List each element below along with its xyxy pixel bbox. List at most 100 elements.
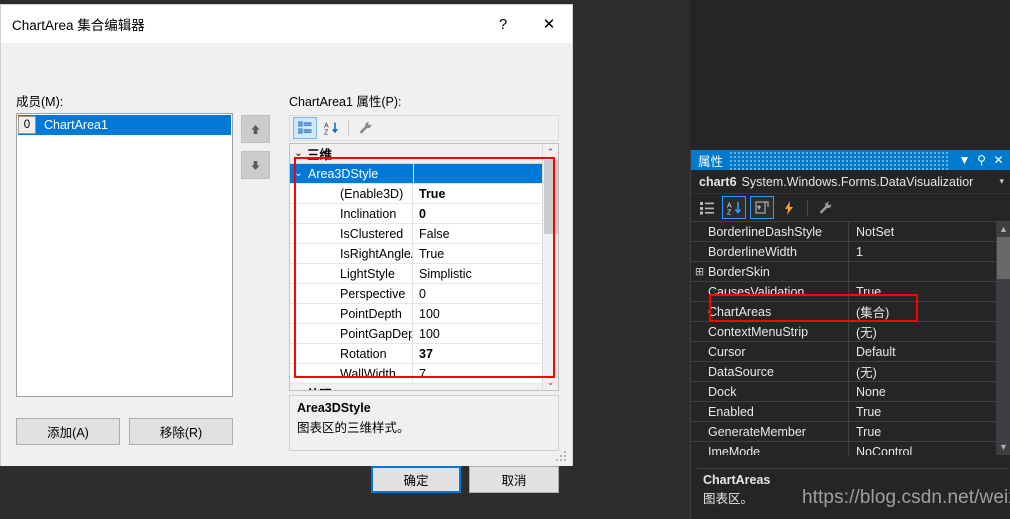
property-row-wallwidth[interactable]: WallWidth 7 (290, 364, 558, 384)
property-row[interactable]: Dock None (691, 382, 1010, 402)
scroll-up-icon[interactable]: ⌃ (543, 144, 559, 160)
chevron-down-icon[interactable]: ⌄ (290, 148, 307, 159)
scrollbar-thumb[interactable] (543, 160, 558, 234)
dialog-propertygrid-scrollbar[interactable]: ⌃ ⌄ (542, 144, 558, 390)
close-icon[interactable]: ✕ (990, 153, 1007, 167)
property-value[interactable]: 0 (413, 287, 426, 301)
chartarea-collection-editor-dialog: ChartArea 集合编辑器 ? ✕ 成员(M): ChartArea1 属性… (0, 4, 573, 493)
property-row[interactable]: GenerateMember True (691, 422, 1010, 442)
scroll-down-icon[interactable]: ⌄ (543, 374, 559, 390)
property-row[interactable]: BorderlineWidth 1 (691, 242, 1010, 262)
window-menu-button[interactable]: ▼ (956, 153, 973, 167)
property-value[interactable]: Default (849, 345, 896, 359)
property-row-rotation[interactable]: Rotation 37 (290, 344, 558, 364)
scroll-up-icon[interactable]: ▲ (996, 222, 1010, 237)
property-value[interactable]: None (849, 385, 886, 399)
property-name: ChartAreas (708, 304, 772, 319)
alphabetical-sort-icon[interactable]: AZ (320, 118, 342, 138)
property-row[interactable]: DataSource (无) (691, 362, 1010, 382)
property-row-pointdepth[interactable]: PointDepth 100 (290, 304, 558, 324)
property-value[interactable]: 37 (413, 347, 433, 361)
property-row-lightstyle[interactable]: LightStyle Simplistic (290, 264, 558, 284)
alphabetical-sort-icon[interactable]: AZ (722, 196, 746, 219)
property-value[interactable]: 100 (413, 327, 440, 341)
property-row-enable3d[interactable]: (Enable3D) True (290, 184, 558, 204)
property-name: PointGapDep (340, 326, 412, 341)
properties-grid[interactable]: BorderlineDashStyle NotSet BorderlineWid… (691, 222, 1010, 455)
help-button[interactable]: ? (480, 9, 526, 39)
property-value[interactable]: 100 (413, 307, 440, 321)
property-value[interactable]: 7 (413, 367, 426, 381)
scroll-down-icon[interactable]: ▼ (996, 440, 1010, 455)
list-item[interactable]: 0 ChartArea1 (18, 115, 231, 135)
property-value[interactable]: True (849, 405, 881, 419)
property-value[interactable]: 1 (849, 245, 863, 259)
titlebar-drag-dots[interactable] (729, 150, 950, 170)
property-name: ImeMode (708, 444, 761, 456)
category-label: 三维 (307, 148, 333, 162)
dialog-description-pane: Area3DStyle 图表区的三维样式。 (289, 395, 559, 451)
property-row-isrightangleaxes[interactable]: IsRightAngleA True (290, 244, 558, 264)
property-value[interactable]: True (413, 187, 445, 201)
scrollbar-thumb[interactable] (997, 237, 1010, 279)
chevron-down-icon[interactable]: ⌄ (290, 388, 307, 390)
property-value[interactable]: Simplistic (413, 267, 472, 281)
property-row[interactable]: ImeMode NoControl (691, 442, 1010, 455)
expand-plus-icon[interactable]: ⊞ (691, 266, 708, 278)
cancel-button[interactable]: 取消 (469, 466, 559, 493)
property-row-perspective[interactable]: Perspective 0 (290, 284, 558, 304)
property-row-pointgapdepth[interactable]: PointGapDep 100 (290, 324, 558, 344)
property-row-area3dstyle[interactable]: ⌄ Area3DStyle (290, 164, 558, 184)
property-value[interactable]: NoControl (849, 445, 912, 456)
resize-grip[interactable] (556, 451, 568, 463)
property-category-appearance[interactable]: ⌄ 外观 (290, 384, 558, 390)
property-value[interactable]: True (849, 425, 881, 439)
property-value[interactable]: True (849, 285, 881, 299)
property-pages-icon[interactable] (750, 196, 774, 219)
property-row[interactable]: ⊞ BorderSkin (691, 262, 1010, 282)
property-row[interactable]: Enabled True (691, 402, 1010, 422)
categorized-view-icon[interactable] (696, 197, 718, 218)
chevron-down-icon[interactable]: ⌄ (290, 168, 307, 179)
property-name: ContextMenuStrip (708, 324, 809, 339)
wrench-properties-icon[interactable] (815, 197, 837, 218)
add-button[interactable]: 添加(A) (16, 418, 120, 445)
property-value[interactable]: 0 (413, 207, 426, 221)
property-value[interactable]: True (413, 247, 444, 261)
add-button-label: 添加(A) (47, 426, 89, 440)
description-title: ChartAreas (703, 473, 771, 487)
members-listbox[interactable]: 0 ChartArea1 (16, 113, 233, 397)
property-value[interactable]: (无) (849, 362, 877, 381)
category-label: 外观 (307, 384, 332, 390)
property-row[interactable]: BorderlineDashStyle NotSet (691, 222, 1010, 242)
move-up-button[interactable] (241, 115, 270, 143)
wrench-properties-icon[interactable] (355, 118, 377, 138)
properties-grid-scrollbar[interactable]: ▲ ▼ (996, 222, 1010, 455)
pin-icon[interactable]: ⚲ (973, 153, 990, 167)
property-value[interactable]: NotSet (849, 225, 894, 239)
property-row-inclination[interactable]: Inclination 0 (290, 204, 558, 224)
property-value[interactable]: (无) (849, 322, 877, 341)
property-row[interactable]: Cursor Default (691, 342, 1010, 362)
toolbar-divider (807, 199, 808, 216)
property-name: BorderlineWidth (708, 244, 797, 259)
property-row[interactable]: CausesValidation True (691, 282, 1010, 302)
property-row-chartareas[interactable]: ChartAreas (集合) (691, 302, 1010, 322)
property-row[interactable]: ContextMenuStrip (无) (691, 322, 1010, 342)
dialog-property-grid[interactable]: ⌄ 三维 ⌄ Area3DStyle (Enable3D) True Incli… (289, 143, 559, 391)
categorized-view-icon[interactable] (293, 117, 317, 139)
property-name: Dock (708, 384, 737, 399)
remove-button[interactable]: 移除(R) (129, 418, 233, 445)
chevron-down-icon[interactable]: ▾ (999, 176, 1010, 187)
events-lightning-icon[interactable] (778, 197, 800, 218)
property-value[interactable]: False (413, 227, 450, 241)
property-name: IsClustered (340, 226, 404, 241)
close-icon[interactable]: ✕ (526, 9, 572, 39)
move-down-button[interactable] (241, 151, 270, 179)
property-value[interactable]: (集合) (849, 302, 889, 321)
property-row-isclustered[interactable]: IsClustered False (290, 224, 558, 244)
ok-button[interactable]: 确定 (371, 466, 461, 493)
property-category-3d[interactable]: ⌄ 三维 (290, 144, 558, 164)
properties-object-selector[interactable]: chart6 System.Windows.Forms.DataVisualiz… (691, 170, 1010, 194)
properties-window-titlebar: 属性 ▼ ⚲ ✕ (691, 150, 1010, 170)
